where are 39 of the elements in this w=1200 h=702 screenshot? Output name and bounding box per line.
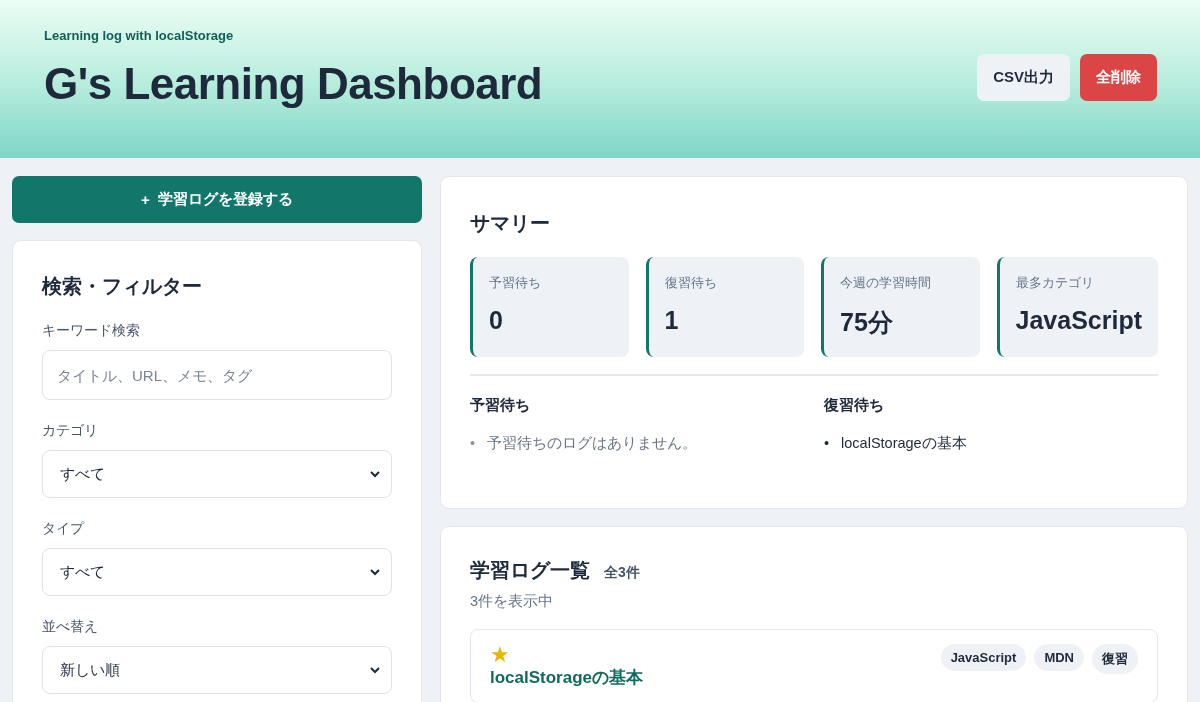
- tag: JavaScript: [940, 644, 1027, 671]
- showing-count: 3件を表示中: [470, 592, 555, 611]
- entry-title: localStorageの基本: [490, 668, 644, 688]
- bullet: •: [824, 434, 830, 453]
- field-label: キーワード検索: [42, 322, 141, 340]
- chevron-down-icon: [369, 568, 381, 576]
- chevron-down-icon: [369, 470, 381, 478]
- stat-value: 75分: [840, 307, 894, 338]
- select-field[interactable]: 新しい順: [42, 646, 392, 694]
- list-title: 復習待ち: [824, 396, 885, 415]
- delete-all-button[interactable]: 全削除: [1080, 54, 1157, 101]
- register-button[interactable]: + 学習ログを登録する: [12, 176, 422, 223]
- stat-value: JavaScript: [1015, 306, 1142, 335]
- export-button[interactable]: CSV出力: [977, 54, 1070, 101]
- total-count: 全3件: [604, 564, 640, 582]
- list-item: localStorageの基本: [841, 434, 967, 453]
- stat-value: 0: [489, 306, 504, 335]
- header-subtitle: Learning log with localStorage: [44, 28, 235, 43]
- empty-message: 予習待ちのログはありません。: [487, 434, 698, 453]
- stat-label: 復習待ち: [664, 275, 718, 292]
- field-label: 並べ替え: [42, 618, 99, 636]
- select-field[interactable]: すべて: [42, 548, 392, 596]
- bullet: •: [470, 434, 476, 453]
- field-label: カテゴリ: [42, 422, 99, 440]
- stat-label: 最多カテゴリ: [1015, 275, 1095, 292]
- stat-label: 今週の学習時間: [840, 275, 932, 292]
- field-label: タイプ: [42, 520, 86, 538]
- stat-value: 1: [664, 306, 680, 335]
- chevron-down-icon: [369, 666, 381, 674]
- select-field[interactable]: すべて: [42, 450, 392, 498]
- page-title: G's Learning Dashboard: [44, 59, 543, 109]
- filter-title: 検索・フィルター: [42, 274, 203, 299]
- list-title: 予習待ち: [470, 396, 531, 415]
- stat-label: 予習待ち: [489, 275, 542, 292]
- tag: MDN: [1034, 644, 1084, 671]
- summary-title: サマリー: [470, 211, 551, 236]
- tag: 復習: [1092, 644, 1138, 674]
- log-list-title: 学習ログ一覧: [470, 558, 590, 583]
- search-field[interactable]: タイトル、URL、メモ、タグ: [42, 350, 392, 400]
